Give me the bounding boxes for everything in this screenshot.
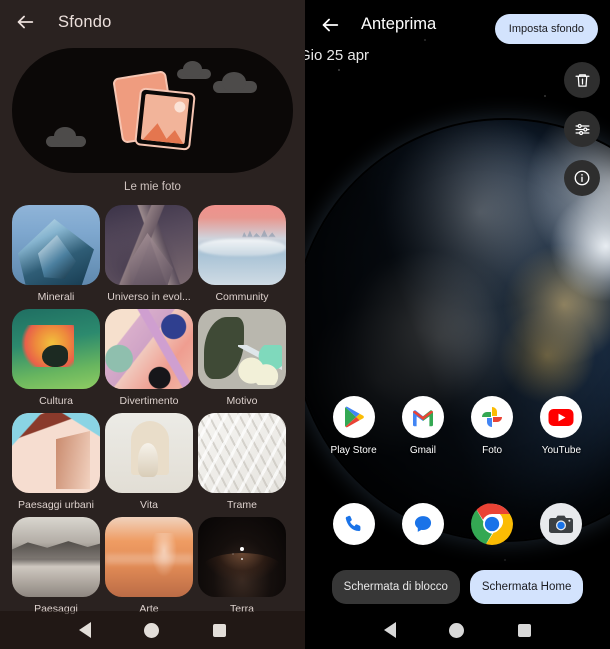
category-tile[interactable]: Vita <box>105 413 193 511</box>
app-photos[interactable]: Foto <box>462 396 522 456</box>
app-chrome[interactable] <box>462 503 522 545</box>
my-photos-section: Le mie foto <box>0 44 305 193</box>
google-photos-icon <box>471 396 514 438</box>
home-app-row: Play Store Gmail Foto YouTube <box>305 396 610 456</box>
nav-back-icon[interactable] <box>383 622 396 638</box>
app-label: Foto <box>482 445 503 456</box>
android-nav-bar <box>305 611 610 649</box>
gmail-icon <box>401 396 444 438</box>
tune-icon[interactable] <box>564 111 600 147</box>
category-thumbnail <box>12 413 100 493</box>
messages-icon <box>401 503 444 545</box>
android-nav-bar <box>0 611 305 649</box>
category-tile[interactable]: Community <box>198 205 286 303</box>
category-tile[interactable]: Motivo <box>198 309 286 407</box>
my-photos-card[interactable] <box>12 48 293 173</box>
category-label: Vita <box>140 499 158 511</box>
category-thumbnail <box>12 205 100 285</box>
category-label: Community <box>215 291 269 303</box>
app-play-store[interactable]: Play Store <box>324 396 384 456</box>
category-thumbnail <box>12 309 100 389</box>
page-title: Sfondo <box>58 12 112 31</box>
cloud-icon <box>177 61 211 79</box>
category-thumbnail <box>198 309 286 389</box>
youtube-icon <box>540 396 583 438</box>
chrome-icon <box>471 503 514 545</box>
category-thumbnail <box>105 413 193 493</box>
category-label: Cultura <box>39 395 73 407</box>
app-gmail[interactable]: Gmail <box>393 396 453 456</box>
dual-screenshot: Sfondo Le mie foto Minerali Universo in … <box>0 0 610 649</box>
category-thumbnail <box>198 517 286 597</box>
category-tile[interactable]: Terra <box>198 517 286 615</box>
category-grid: Minerali Universo in evol... Community C… <box>0 193 305 615</box>
category-tile[interactable]: Cultura <box>12 309 100 407</box>
preview-date: Gio 25 apr <box>305 47 370 64</box>
app-camera[interactable] <box>531 503 591 545</box>
set-wallpaper-button[interactable]: Imposta sfondo <box>494 14 598 44</box>
category-thumbnail <box>198 413 286 493</box>
category-thumbnail <box>105 309 193 389</box>
category-tile[interactable]: Paesaggi <box>12 517 100 615</box>
app-label: Play Store <box>330 445 377 456</box>
wallpaper-picker-screen: Sfondo Le mie foto Minerali Universo in … <box>0 0 305 649</box>
nav-home-icon[interactable] <box>144 622 160 638</box>
home-screen-tab[interactable]: Schermata Home <box>469 570 584 604</box>
preview-side-actions <box>564 62 600 196</box>
category-thumbnail <box>198 205 286 285</box>
category-tile[interactable]: Trame <box>198 413 286 511</box>
category-label: Motivo <box>226 395 258 407</box>
category-label: Universo in evol... <box>107 291 191 303</box>
category-label: Trame <box>227 499 257 511</box>
picker-header: Sfondo <box>0 0 305 44</box>
delete-icon[interactable] <box>564 62 600 98</box>
play-store-icon <box>332 396 375 438</box>
arrow-left-icon[interactable] <box>319 14 341 36</box>
arrow-left-icon[interactable] <box>14 11 36 33</box>
category-label: Paesaggi urbani <box>18 499 94 511</box>
category-label: Minerali <box>37 291 75 303</box>
nav-recents-icon[interactable] <box>213 623 227 637</box>
app-youtube[interactable]: YouTube <box>531 396 591 456</box>
my-photos-label: Le mie foto <box>124 181 181 193</box>
app-label: Gmail <box>409 445 436 456</box>
lock-screen-tab[interactable]: Schermata di blocco <box>331 570 460 604</box>
nav-recents-icon[interactable] <box>518 623 532 637</box>
category-label: Divertimento <box>119 395 179 407</box>
wallpaper-preview-screen: Anteprima Imposta sfondo Gio 25 apr Play… <box>305 0 610 649</box>
app-label: YouTube <box>541 445 582 456</box>
cloud-icon <box>46 127 86 147</box>
category-thumbnail <box>105 517 193 597</box>
app-messages[interactable] <box>393 503 453 545</box>
camera-icon <box>540 503 583 545</box>
nav-home-icon[interactable] <box>449 622 465 638</box>
category-tile[interactable]: Paesaggi urbani <box>12 413 100 511</box>
info-icon[interactable] <box>564 160 600 196</box>
category-tile[interactable]: Arte <box>105 517 193 615</box>
category-thumbnail <box>105 205 193 285</box>
category-thumbnail <box>12 517 100 597</box>
photo-front-icon <box>133 86 196 151</box>
nav-back-icon[interactable] <box>78 622 91 638</box>
category-tile[interactable]: Divertimento <box>105 309 193 407</box>
preview-title: Anteprima <box>361 15 437 33</box>
screen-toggle: Schermata di blocco Schermata Home <box>305 570 610 604</box>
category-tile[interactable]: Minerali <box>12 205 100 303</box>
phone-icon <box>332 503 375 545</box>
home-dock <box>305 503 610 545</box>
app-phone[interactable] <box>324 503 384 545</box>
category-tile[interactable]: Universo in evol... <box>105 205 193 303</box>
cloud-icon <box>213 72 257 93</box>
preview-header: Anteprima Imposta sfondo Gio 25 apr <box>305 0 610 66</box>
